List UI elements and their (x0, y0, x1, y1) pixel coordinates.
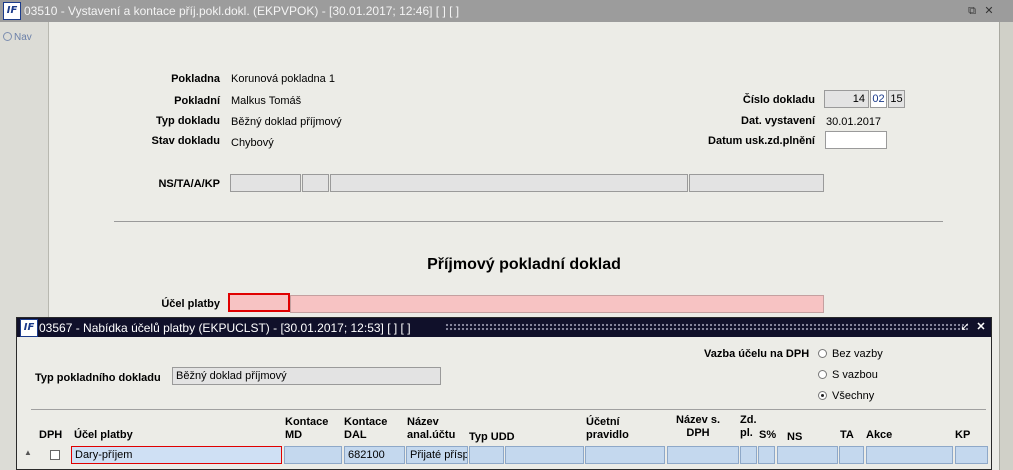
ns-label: NS/TA/A/KP (158, 178, 220, 190)
cislo-dokladu-number[interactable]: 14 (824, 90, 869, 108)
col-kp: KP (955, 429, 971, 441)
window-titlebar: IF 03510 - Vystavení a kontace příj.pokl… (0, 0, 1013, 22)
dialog-logo-icon: IF (20, 319, 38, 337)
row-ucel-cell[interactable]: Dary-příjem (71, 446, 282, 464)
dialog-titlebar[interactable]: IF 03567 - Nabídka účelů platby (EKPUCLS… (17, 318, 991, 337)
stav-dokladu-value: Chybový (231, 137, 274, 149)
pokladna-value: Korunová pokladna 1 (231, 73, 335, 85)
col-ucetni-pravidlo: Účetní pravidlo (586, 416, 629, 441)
cislo-dokladu-period[interactable]: 02 (870, 90, 887, 108)
row-kontace-dal-cell[interactable]: 682100 (344, 446, 405, 464)
row-ta-cell[interactable] (839, 446, 864, 464)
scrollbar[interactable] (999, 22, 1013, 470)
close-icon[interactable]: ✕ (982, 4, 996, 18)
vazba-label: Vazba účelu na DPH (704, 348, 810, 360)
nav-label: Nav (14, 32, 32, 43)
col-typ-udd: Typ UDD (469, 431, 515, 443)
stav-dokladu-label: Stav dokladu (151, 135, 220, 147)
a-input[interactable] (330, 174, 688, 192)
col-zd-pl: Zd. pl. (740, 414, 757, 439)
col-kontace-dal: Kontace DAL (344, 416, 388, 441)
ucel-platby-input[interactable] (228, 293, 290, 312)
page-heading: Příjmový pokladní doklad (427, 256, 621, 273)
col-nazev-anal: Název anal.účtu (407, 416, 456, 441)
radio-vsechny-label: Všechny (832, 390, 875, 402)
row-s-procent-cell[interactable] (758, 446, 775, 464)
col-ns: NS (787, 431, 803, 443)
ns-input[interactable] (230, 174, 301, 192)
nav-icon (3, 32, 12, 41)
datum-usk-label: Datum usk.zd.plnění (708, 135, 815, 147)
typ-dokladu-value: Běžný doklad příjmový (231, 116, 342, 128)
row-nazev-anal-cell[interactable]: Přijaté přísp (406, 446, 468, 464)
col-akce: Akce (866, 429, 893, 441)
row-zd-pl-cell[interactable] (740, 446, 757, 464)
row-akce-cell[interactable] (866, 446, 953, 464)
radio-bez-vazby[interactable] (818, 349, 827, 358)
ucel-platby-field-extension (290, 295, 824, 313)
col-kontace-md: Kontace MD (285, 416, 329, 441)
dialog-close-icon[interactable]: ✕ (974, 320, 988, 334)
col-ucel: Účel platby (74, 429, 133, 441)
ta-input[interactable] (302, 174, 329, 192)
divider (114, 221, 943, 222)
col-ta: TA (840, 429, 854, 441)
col-nazev-s-dph: Název s. DPH (676, 414, 721, 439)
pokladna-label: Pokladna (171, 73, 220, 85)
kp-input[interactable] (689, 174, 824, 192)
app-logo-icon: IF (3, 2, 21, 20)
col-s-procent: S% (759, 429, 777, 441)
radio-vsechny[interactable] (818, 391, 827, 400)
radio-s-vazbou[interactable] (818, 370, 827, 379)
pokladni-label: Pokladní (174, 95, 220, 107)
typ-dokladu-label: Typ dokladu (156, 115, 220, 127)
cislo-dokladu-label: Číslo dokladu (742, 94, 815, 106)
dialog-title: 03567 - Nabídka účelů platby (EKPUCLST) … (39, 321, 411, 335)
row-dph-checkbox[interactable] (50, 450, 60, 460)
row-typ-udd-name-cell[interactable] (505, 446, 584, 464)
row-nazev-s-dph-cell[interactable] (667, 446, 739, 464)
restore-icon[interactable]: ⧉ (965, 4, 979, 18)
ucel-platby-dialog: IF 03567 - Nabídka účelů platby (EKPUCLS… (16, 317, 992, 470)
dat-vystaveni-value: 30.01.2017 (826, 116, 882, 128)
pokladni-value: Malkus Tomáš (231, 95, 302, 107)
window-title: 03510 - Vystavení a kontace příj.pokl.do… (24, 4, 460, 18)
datum-usk-input[interactable] (825, 131, 887, 149)
row-ns-cell[interactable] (777, 446, 838, 464)
radio-bez-vazby-label: Bez vazby (832, 348, 883, 360)
row-ucetni-pravidlo-cell[interactable] (585, 446, 665, 464)
radio-s-vazbou-label: S vazbou (832, 369, 878, 381)
nav-button[interactable]: Nav (3, 32, 32, 43)
row-kontace-md-cell[interactable] (284, 446, 342, 464)
col-dph: DPH (39, 429, 63, 441)
ucel-platby-label: Účel platby (161, 298, 220, 310)
dialog-divider (31, 409, 986, 410)
typ-pokladniho-label: Typ pokladního dokladu (35, 372, 161, 384)
dat-vystaveni-label: Dat. vystavení (741, 115, 815, 127)
row-kp-cell[interactable] (955, 446, 988, 464)
dialog-drag-area[interactable] (445, 323, 969, 331)
cislo-dokladu-year[interactable]: 15 (888, 90, 905, 108)
minimize-icon[interactable]: ↙ (958, 320, 972, 334)
typ-pokladniho-value[interactable]: Běžný doklad příjmový (172, 367, 441, 385)
row-typ-udd-cell[interactable] (469, 446, 504, 464)
row-scroll-up-icon[interactable]: ▲ (24, 449, 32, 457)
